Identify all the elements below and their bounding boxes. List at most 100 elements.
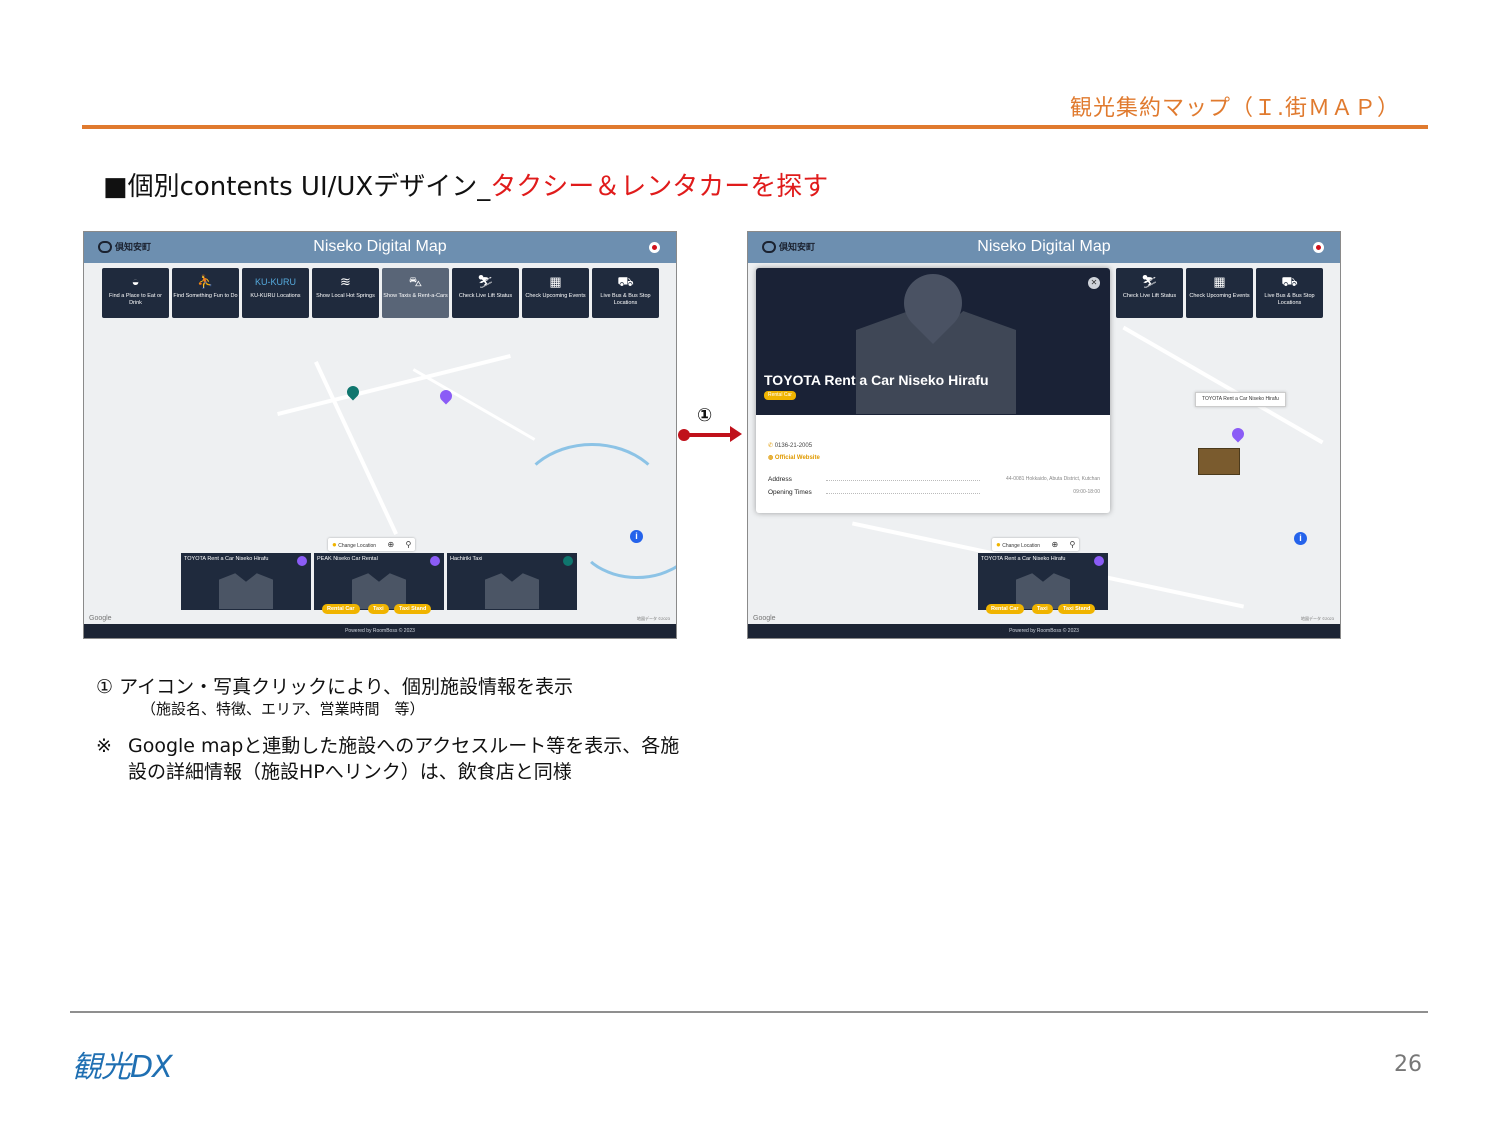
filter-taxi-stand[interactable]: Taxi Stand <box>394 604 432 614</box>
row-leader <box>826 480 980 481</box>
map-placeholder-icon <box>485 573 539 609</box>
category-events[interactable]: ▦ Check Upcoming Events <box>1186 268 1253 318</box>
calendar-icon: ▦ <box>549 274 562 289</box>
category-taxis-rent-a-cars[interactable]: ⛍ Show Taxis & Rent-a-Cars <box>382 268 449 318</box>
marker-tooltip: TOYOTA Rent a Car Niseko Hirafu <box>1195 392 1286 407</box>
kanko-dx-logo: 観光DX <box>72 1050 173 1085</box>
facility-detail-popup: ✕ TOYOTA Rent a Car Niseko Hirafu Rental… <box>756 268 1110 513</box>
hiker-icon: ⛹ <box>197 274 214 289</box>
skier-icon: ⛷ <box>1141 274 1158 289</box>
note-remark-text: Google mapと連動した施設へのアクセスルート等を表示、各施設の詳細情報（… <box>128 735 680 783</box>
note-step-1-detail: （施設名、特徴、エリア、営業時間 等） <box>141 700 425 718</box>
result-card-name: TOYOTA Rent a Car Niseko Hirafu <box>981 556 1066 562</box>
category-lift-status[interactable]: ⛷ Check Live Lift Status <box>1116 268 1183 318</box>
opening-times-label: Opening Times <box>768 489 812 496</box>
category-eat-drink[interactable]: ◒ Find a Place to Eat or Drink <box>102 268 169 318</box>
address-label: Address <box>768 476 792 483</box>
location-pin-icon: ● <box>996 540 1001 549</box>
language-flag-icon[interactable] <box>1313 242 1324 253</box>
result-card[interactable]: TOYOTA Rent a Car Niseko Hirafu <box>181 553 311 610</box>
filter-taxi[interactable]: Taxi <box>1032 604 1053 614</box>
app-footer: Powered by RoomBoss © 2023 <box>84 624 676 638</box>
app-footer: Powered by RoomBoss © 2023 <box>748 624 1340 638</box>
result-card[interactable]: TOYOTA Rent a Car Niseko Hirafu <box>978 553 1108 610</box>
app-title: Niseko Digital Map <box>313 238 447 255</box>
category-events[interactable]: ▦ Check Upcoming Events <box>522 268 589 318</box>
facility-phone[interactable]: ✆ 0136-21-2005 <box>768 442 812 449</box>
page-number: 26 <box>1394 1052 1422 1077</box>
address-value: 44-0081 Hokkaido, Abuta District, Kutcha… <box>1006 476 1100 482</box>
category-ku-kuru[interactable]: KU-KURU KU-KURU Locations <box>242 268 309 318</box>
arrow-line <box>684 433 736 437</box>
step-arrow <box>678 426 743 442</box>
map-marker-rental-car[interactable] <box>1229 425 1247 443</box>
filter-rental-car[interactable]: Rental Car <box>986 604 1024 614</box>
bus-icon: ⛟ <box>1281 274 1298 289</box>
close-icon[interactable]: ✕ <box>1088 277 1100 289</box>
taxi-icon <box>563 556 573 566</box>
footer-divider <box>70 1011 1428 1013</box>
info-icon[interactable]: i <box>1294 532 1307 545</box>
arrow-head-icon <box>730 426 742 442</box>
facility-category-badge: Rental Car <box>764 391 796 400</box>
globe-icon: ◍ <box>768 455 775 461</box>
category-bar: ⛷ Check Live Lift Status ▦ Check Upcoming … <box>1116 268 1323 318</box>
map-placeholder-icon <box>352 573 406 609</box>
facility-photo <box>756 268 1110 415</box>
app-bar: 倶知安町 Niseko Digital Map <box>84 232 676 263</box>
search-icon[interactable]: ⚲ <box>406 540 412 549</box>
opening-times-value: 09:00-18:00 <box>1073 489 1100 495</box>
rental-car-icon <box>430 556 440 566</box>
locate-me-icon[interactable]: ⊕ <box>1051 540 1058 549</box>
change-location-button[interactable]: Change Location <box>1002 543 1040 549</box>
category-hot-springs[interactable]: ≋ Show Local Hot Springs <box>312 268 379 318</box>
row-leader <box>826 493 980 494</box>
map-building <box>1198 448 1240 475</box>
step-number: ① <box>697 405 713 426</box>
ku-kuru-logo-icon: KU-KURU <box>254 277 296 287</box>
rental-car-icon <box>1094 556 1104 566</box>
location-pin-icon: ● <box>332 540 337 549</box>
language-flag-icon[interactable] <box>649 242 660 253</box>
facility-name: TOYOTA Rent a Car Niseko Hirafu <box>764 372 989 388</box>
search-icon[interactable]: ⚲ <box>1070 540 1076 549</box>
slide-header-title: 観光集約マップ（Ｉ.街ＭＡＰ） <box>1070 96 1400 121</box>
section-heading: ■個別contents UI/UXデザイン_タクシー＆レンタカーを探す <box>103 166 828 203</box>
result-card-name: Hachiriki Taxi <box>450 556 483 562</box>
result-card[interactable]: Hachiriki Taxi <box>447 553 577 610</box>
google-attribution: Google <box>89 615 112 622</box>
category-bus[interactable]: ⛟ Live Bus & Bus Stop Locations <box>1256 268 1323 318</box>
category-lift-status[interactable]: ⛷ Check Live Lift Status <box>452 268 519 318</box>
locate-me-icon[interactable]: ⊕ <box>387 540 394 549</box>
section-heading-prefix: ■個別contents UI/UXデザイン_ <box>103 172 491 202</box>
map-road <box>1122 325 1324 445</box>
map-road <box>412 368 536 441</box>
result-card-name: PEAK Niseko Car Rental <box>317 556 378 562</box>
map-credit: 地図データ ©2023 <box>637 616 670 621</box>
app-bar: 倶知安町 Niseko Digital Map <box>748 232 1340 263</box>
filter-taxi[interactable]: Taxi <box>368 604 389 614</box>
rental-car-icon <box>297 556 307 566</box>
change-location-button[interactable]: Change Location <box>338 543 376 549</box>
facility-website-link[interactable]: ◍ Official Website <box>768 454 820 461</box>
map-placeholder-icon <box>1016 573 1070 609</box>
phone-icon: ✆ <box>768 443 775 449</box>
note-step-1: ① アイコン・写真クリックにより、個別施設情報を表示 <box>96 676 573 698</box>
opening-times-row: Opening Times 09:00-18:00 <box>768 489 1100 496</box>
restaurant-icon: ◒ <box>131 274 140 289</box>
filter-rental-car[interactable]: Rental Car <box>322 604 360 614</box>
map-credit: 地図データ ©2023 <box>1301 616 1334 621</box>
category-bus[interactable]: ⛟ Live Bus & Bus Stop Locations <box>592 268 659 318</box>
filter-taxi-stand[interactable]: Taxi Stand <box>1058 604 1096 614</box>
section-heading-accent: タクシー＆レンタカーを探す <box>490 172 829 202</box>
category-fun[interactable]: ⛹ Find Something Fun to Do <box>172 268 239 318</box>
screenshot-map-list: 倶知安町 Niseko Digital Map i ◒ Find a Place … <box>83 231 677 639</box>
calendar-icon: ▦ <box>1213 274 1226 289</box>
result-card-name: TOYOTA Rent a Car Niseko Hirafu <box>184 556 269 562</box>
map-placeholder-icon <box>219 573 273 609</box>
screenshot-detail: 倶知安町 Niseko Digital Map i ⛷ Check Live Li… <box>747 231 1341 639</box>
category-bar: ◒ Find a Place to Eat or Drink ⛹ Find Some… <box>102 268 659 318</box>
result-card[interactable]: PEAK Niseko Car Rental <box>314 553 444 610</box>
note-remark-mark: ※ <box>96 735 112 757</box>
info-icon[interactable]: i <box>630 530 643 543</box>
